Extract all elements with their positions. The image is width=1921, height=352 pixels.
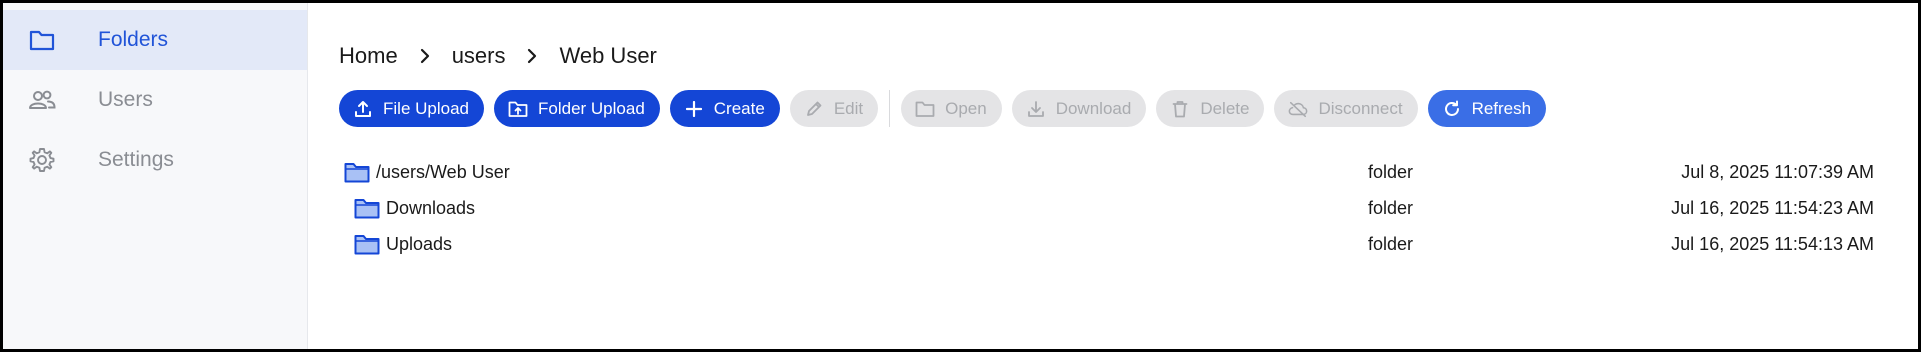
download-icon [1026, 99, 1046, 119]
file-type: folder [1368, 161, 1414, 182]
sidebar-item-folders[interactable]: Folders [3, 10, 307, 70]
file-row[interactable]: /users/Web User folder Jul 8, 2025 11:07… [344, 154, 1874, 190]
toolbar-divider [889, 90, 891, 127]
folder-upload-label: Folder Upload [538, 98, 645, 118]
create-button[interactable]: Create [669, 90, 780, 127]
open-label: Open [945, 98, 987, 118]
folder-icon [28, 26, 56, 54]
main-content: Home users Web User File Upload Folder U… [308, 3, 1918, 349]
file-upload-button[interactable]: File Upload [339, 90, 484, 127]
create-label: Create [713, 98, 765, 118]
chevron-right-icon [527, 48, 537, 64]
file-row[interactable]: Uploads folder Jul 16, 2025 11:54:13 AM [344, 226, 1874, 262]
download-button[interactable]: Download [1011, 90, 1147, 127]
open-button[interactable]: Open [901, 90, 1002, 127]
file-name: Uploads [386, 233, 453, 254]
app-window: Folders Users Settings Home users Web Us… [3, 3, 1918, 349]
file-type: folder [1368, 197, 1414, 218]
file-upload-label: File Upload [383, 98, 469, 118]
gear-icon [28, 146, 56, 174]
download-label: Download [1055, 98, 1132, 118]
upload-icon [353, 99, 373, 119]
breadcrumb: Home users Web User [339, 43, 657, 69]
plus-icon [684, 99, 704, 119]
folder-icon [344, 161, 370, 183]
breadcrumb-item-users[interactable]: users [452, 43, 506, 69]
sidebar-item-label: Settings [98, 148, 174, 171]
file-date: Jul 8, 2025 11:07:39 AM [1681, 161, 1874, 182]
folder-open-icon [915, 99, 935, 119]
edit-label: Edit [833, 98, 864, 118]
breadcrumb-item-home[interactable]: Home [339, 43, 398, 69]
file-name-cell: Uploads [354, 233, 452, 255]
sidebar-item-settings[interactable]: Settings [3, 130, 307, 190]
sidebar-item-label: Users [98, 88, 153, 111]
file-list: /users/Web User folder Jul 8, 2025 11:07… [344, 154, 1874, 262]
file-date: Jul 16, 2025 11:54:13 AM [1671, 233, 1874, 254]
toolbar: File Upload Folder Upload Create Edit Op… [339, 90, 1547, 127]
disconnect-label: Disconnect [1318, 98, 1403, 118]
delete-label: Delete [1200, 98, 1250, 118]
folder-upload-icon [508, 99, 528, 119]
file-name: Downloads [386, 197, 476, 218]
refresh-label: Refresh [1471, 98, 1532, 118]
sidebar-item-label: Folders [98, 28, 169, 51]
chevron-right-icon [420, 48, 430, 64]
file-name: /users/Web User [376, 161, 510, 182]
sidebar-item-users[interactable]: Users [3, 70, 307, 130]
breadcrumb-item-web-user: Web User [559, 43, 657, 68]
sidebar: Folders Users Settings [3, 3, 308, 349]
refresh-icon [1442, 99, 1462, 119]
file-date: Jul 16, 2025 11:54:23 AM [1671, 197, 1874, 218]
file-name-cell: /users/Web User [344, 161, 510, 183]
folder-icon [354, 197, 380, 219]
file-name-cell: Downloads [354, 197, 475, 219]
disconnect-button[interactable]: Disconnect [1274, 90, 1418, 127]
refresh-button[interactable]: Refresh [1427, 90, 1547, 127]
users-icon [28, 86, 56, 114]
folder-upload-button[interactable]: Folder Upload [494, 90, 660, 127]
file-row[interactable]: Downloads folder Jul 16, 2025 11:54:23 A… [344, 190, 1874, 226]
pencil-icon [804, 99, 824, 119]
delete-button[interactable]: Delete [1156, 90, 1265, 127]
file-type: folder [1368, 233, 1414, 254]
cloud-off-icon [1288, 99, 1308, 119]
edit-button[interactable]: Edit [789, 90, 879, 127]
trash-icon [1170, 99, 1190, 119]
folder-icon [354, 233, 380, 255]
